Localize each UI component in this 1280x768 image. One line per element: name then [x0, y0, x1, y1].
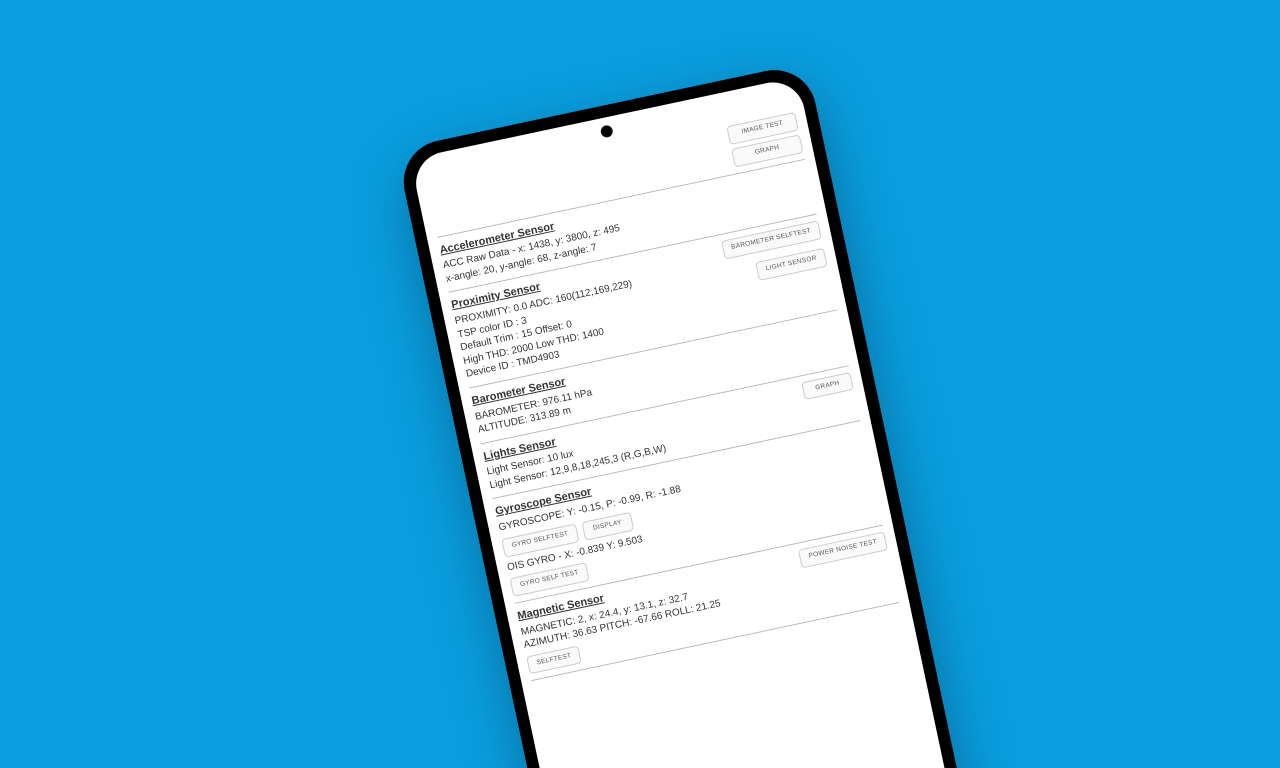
phone-frame: IMAGE TEST GRAPH Accelerometer Sensor AC…	[396, 62, 981, 768]
phone-screen[interactable]: IMAGE TEST GRAPH Accelerometer Sensor AC…	[410, 77, 967, 768]
sensor-diagnostics-content: IMAGE TEST GRAPH Accelerometer Sensor AC…	[416, 104, 914, 705]
stage: IMAGE TEST GRAPH Accelerometer Sensor AC…	[299, 0, 982, 768]
